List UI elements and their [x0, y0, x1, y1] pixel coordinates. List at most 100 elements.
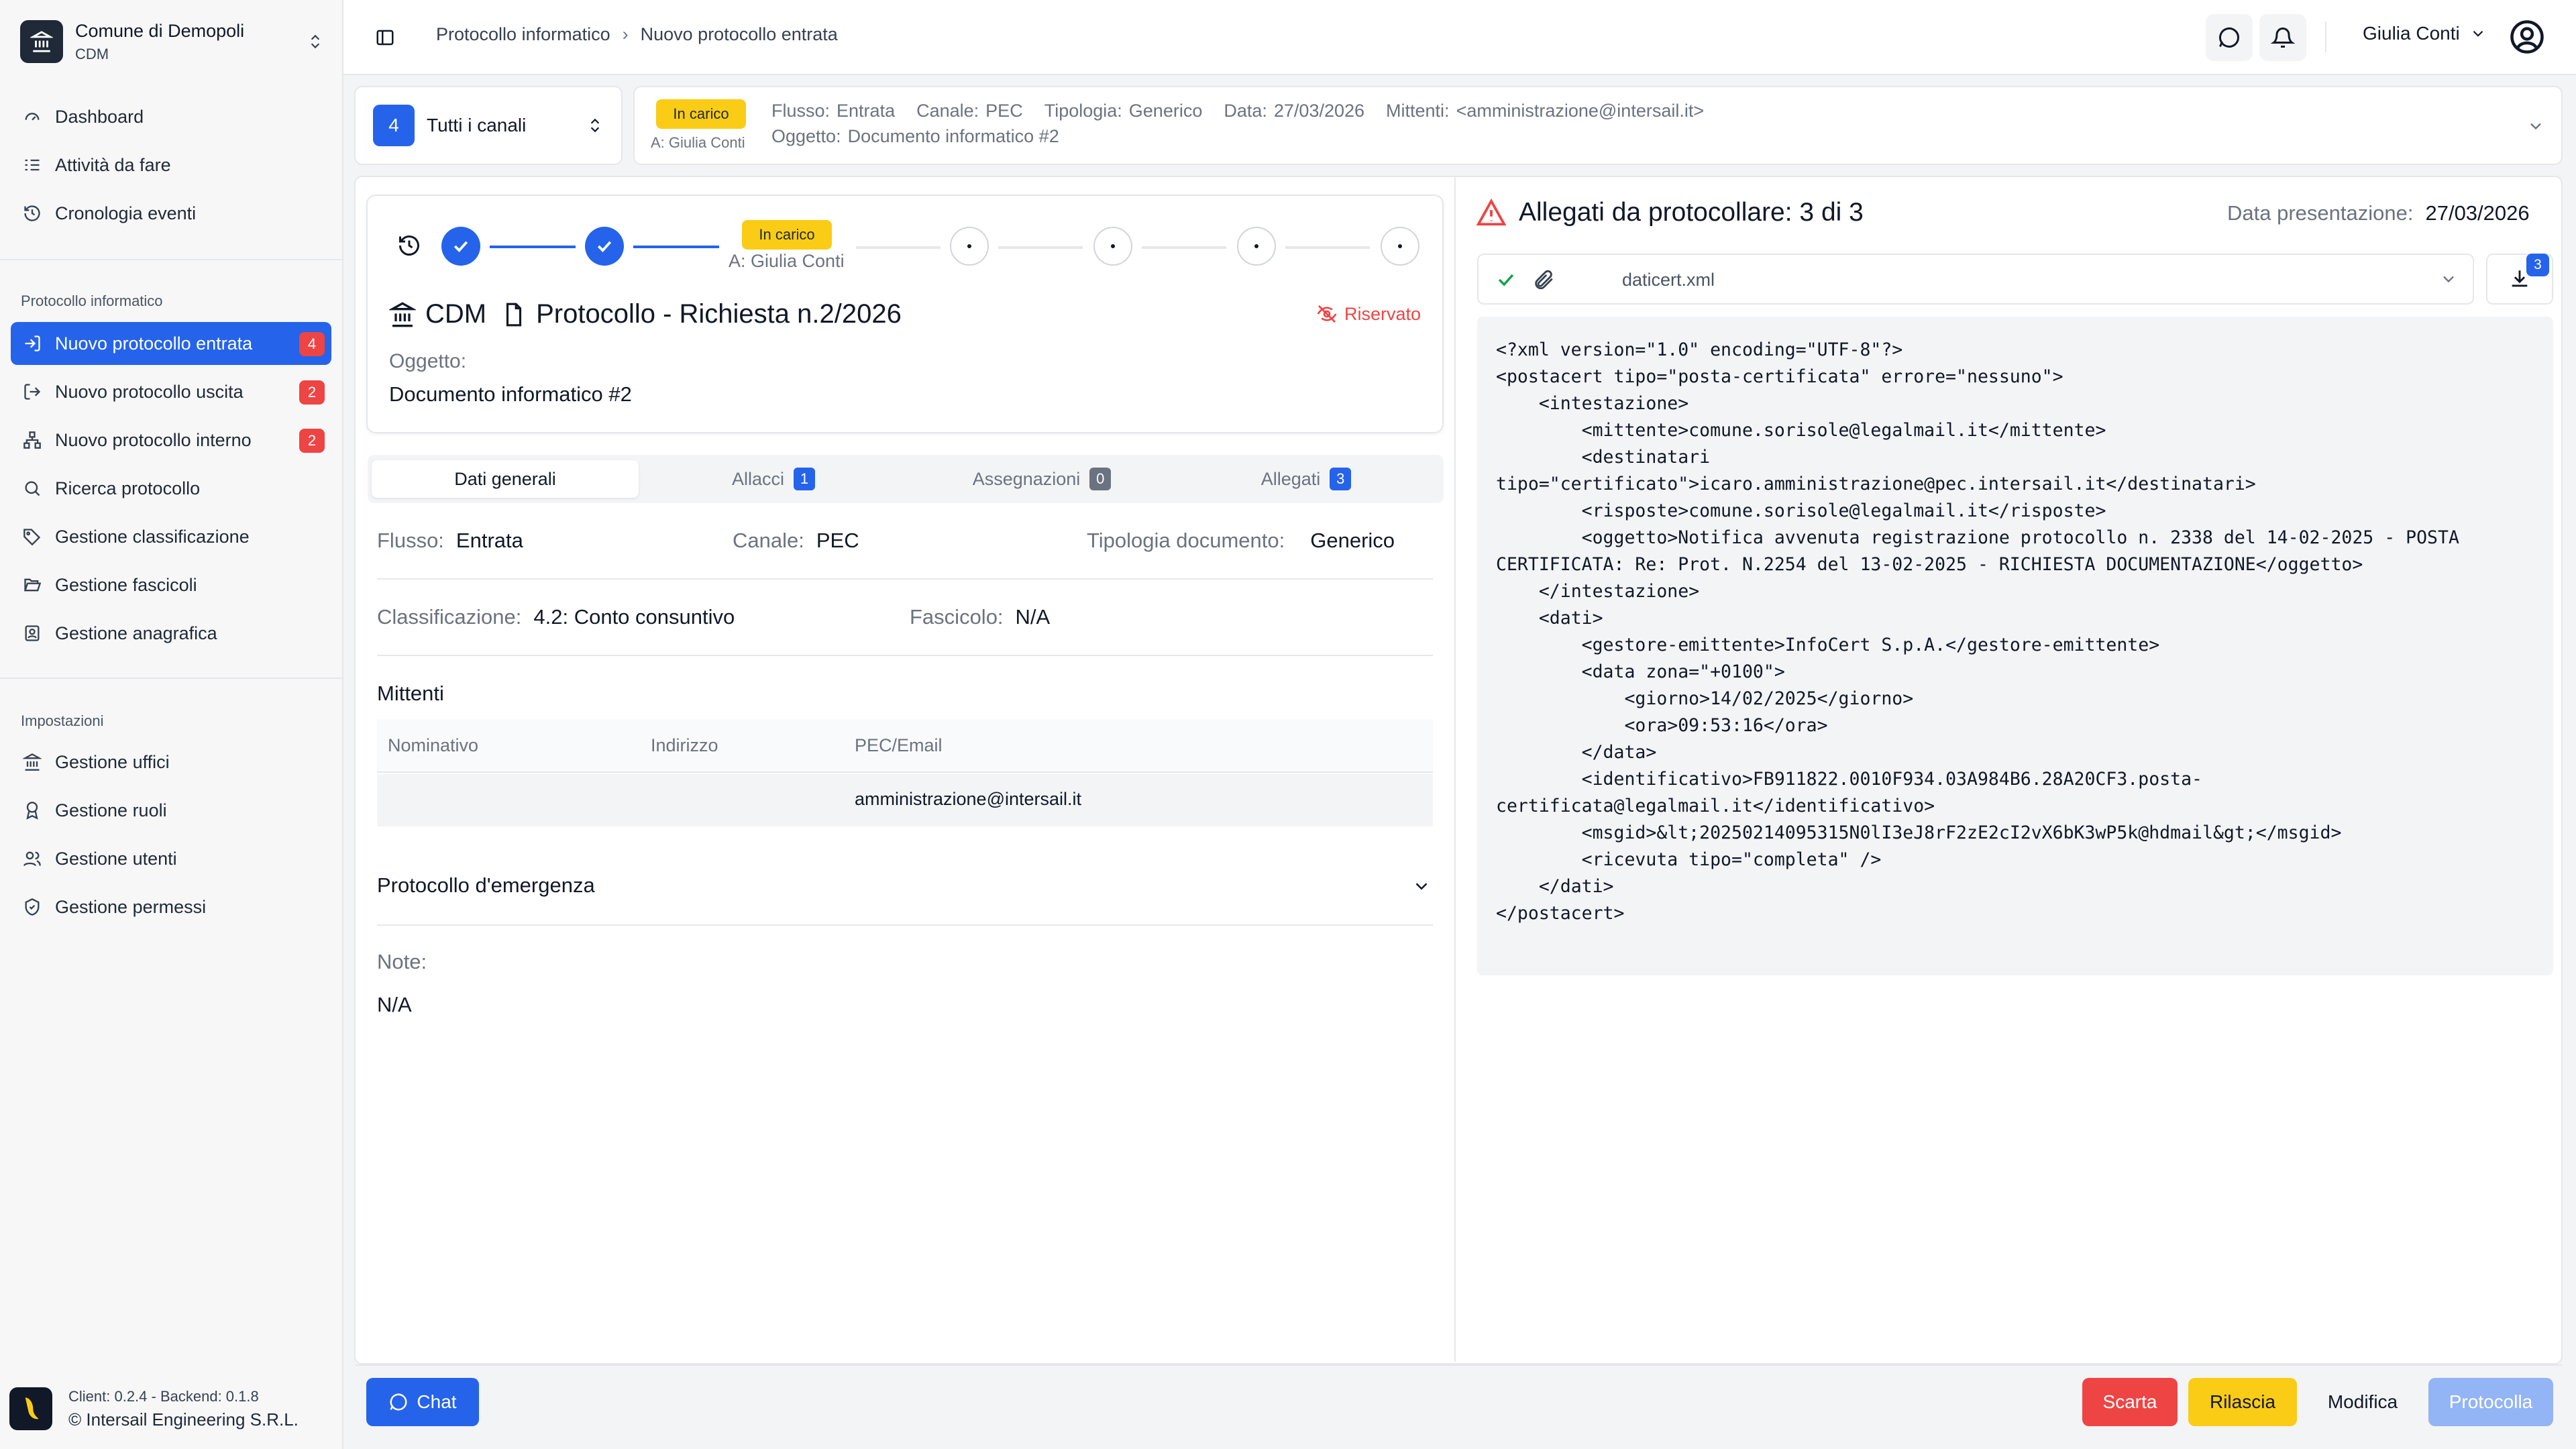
nav-label: Gestione anagrafica — [55, 623, 217, 643]
chevron-down-icon[interactable] — [2526, 117, 2545, 136]
nav-gestione-anagrafica[interactable]: Gestione anagrafica — [11, 612, 331, 655]
sidebar-toggle-icon[interactable] — [370, 23, 400, 52]
users-icon — [20, 847, 44, 871]
download-count: 3 — [2526, 254, 2549, 276]
paperclip-icon — [1532, 268, 1555, 291]
step-connector — [633, 246, 719, 248]
field-label: Classificazione: — [377, 605, 522, 629]
nav-gestione-classificazione[interactable]: Gestione classificazione — [11, 515, 331, 558]
tab-allegati[interactable]: Allegati 3 — [1173, 460, 1440, 498]
value-data: 27/03/2026 — [1273, 101, 1365, 121]
file-icon — [501, 301, 527, 328]
divider — [2325, 21, 2326, 52]
network-icon — [20, 428, 44, 452]
divider — [377, 655, 1433, 656]
attachments-title-text: Allegati da protocollare: 3 di 3 — [1519, 198, 1864, 227]
org-switcher[interactable]: Comune di Demopoli CDM — [20, 20, 329, 63]
modifica-button[interactable]: Modifica — [2308, 1378, 2418, 1426]
nav-cronologia[interactable]: Cronologia eventi — [11, 192, 331, 235]
tab-assegnazioni[interactable]: Assegnazioni 0 — [908, 460, 1175, 498]
summary-line-1: Flusso: Entrata Canale: PEC Tipologia: Gene… — [771, 101, 1725, 121]
chevron-down-icon — [2469, 25, 2487, 42]
chevron-down-icon[interactable] — [1411, 876, 1432, 896]
nav-label: Nuovo protocollo interno — [55, 429, 252, 450]
field-value: 4.2: Conto consuntivo — [533, 605, 735, 629]
emergency-accordion[interactable]: Protocollo d'emergenza — [377, 873, 595, 898]
field-canale: Canale: PEC — [733, 529, 859, 553]
outbox-arrow-icon — [20, 380, 44, 404]
nav-gestione-ruoli[interactable]: Gestione ruoli — [11, 789, 331, 832]
divider — [356, 1364, 2563, 1366]
attachments-title: Allegati da protocollare: 3 di 3 — [1476, 197, 1864, 228]
table-row[interactable]: amministrazione@intersail.it — [377, 774, 1433, 826]
company-logo-icon — [9, 1387, 52, 1430]
history-icon[interactable] — [397, 233, 421, 258]
step-pending — [1237, 227, 1276, 266]
protocolla-button[interactable]: Protocolla — [2428, 1378, 2553, 1426]
nav-protocollo-interno[interactable]: Nuovo protocollo interno 2 — [11, 419, 331, 462]
nav-gestione-utenti[interactable]: Gestione utenti — [11, 837, 331, 880]
nav-dashboard[interactable]: Dashboard — [11, 95, 331, 138]
selected-file-name: daticert.xml — [1622, 270, 1715, 290]
cell-pec: amministrazione@intersail.it — [855, 789, 1082, 809]
tab-label: Dati generali — [454, 468, 556, 489]
label-oggetto: Oggetto: — [771, 126, 841, 146]
protocol-summary[interactable]: In carico A: Giulia Conti Flusso: Entrata… — [633, 86, 2563, 165]
summary-line-2: Oggetto: Documento informatico #2 — [771, 126, 1081, 147]
version-info: Client: 0.2.4 - Backend: 0.1.8 — [68, 1387, 259, 1405]
tab-count: 3 — [1330, 468, 1352, 490]
nav-protocollo-uscita[interactable]: Nuovo protocollo uscita 2 — [11, 370, 331, 413]
tab-dati-generali[interactable]: Dati generali — [372, 460, 639, 498]
nav-gestione-permessi[interactable]: Gestione permessi — [11, 885, 331, 928]
field-fascicolo: Fascicolo: N/A — [910, 605, 1050, 629]
status-badge: In carico — [656, 99, 746, 129]
download-button[interactable]: 3 — [2486, 254, 2553, 305]
nav-label: Nuovo protocollo uscita — [55, 381, 244, 402]
user-avatar-icon[interactable] — [2509, 19, 2545, 55]
channel-select[interactable]: 4 Tutti i canali — [354, 86, 623, 165]
dashboard-icon — [20, 105, 44, 129]
nav-ricerca-protocollo[interactable]: Ricerca protocollo — [11, 467, 331, 510]
nav-protocollo-entrata[interactable]: Nuovo protocollo entrata 4 — [11, 322, 331, 365]
column-header: Indirizzo — [651, 735, 718, 755]
history-icon — [20, 201, 44, 225]
presentation-value: 27/03/2026 — [2425, 201, 2530, 225]
nav-label: Dashboard — [55, 106, 144, 127]
sidebar-footer: Client: 0.2.4 - Backend: 0.1.8 © Intersa… — [9, 1387, 299, 1430]
attachment-select[interactable]: daticert.xml — [1477, 254, 2474, 305]
scarta-button[interactable]: Scarta — [2082, 1378, 2178, 1426]
note-value: N/A — [377, 993, 412, 1016]
nav-gestione-uffici[interactable]: Gestione uffici — [11, 741, 331, 784]
note-label: Note: — [377, 950, 427, 973]
step-connector — [856, 246, 941, 249]
attachment-preview: <?xml version="1.0" encoding="UTF-8"?> <… — [1477, 317, 2553, 975]
panel-divider — [1454, 177, 1456, 1362]
bell-icon[interactable] — [2259, 14, 2306, 61]
rilascia-button[interactable]: Rilascia — [2188, 1378, 2297, 1426]
breadcrumb: Protocollo informatico › Nuovo protocoll… — [436, 24, 838, 45]
shield-check-icon — [20, 895, 44, 919]
value-canale: PEC — [985, 101, 1023, 121]
label-mittenti: Mittenti: — [1386, 101, 1450, 121]
tab-count: 0 — [1089, 468, 1112, 490]
chevrons-up-down-icon[interactable] — [302, 28, 329, 55]
nav-gestione-fascicoli[interactable]: Gestione fascicoli — [11, 564, 331, 606]
sidebar: Comune di Demopoli CDM Dashboard Attivit… — [0, 0, 343, 1449]
nav-label: Ricerca protocollo — [55, 478, 201, 498]
folder-open-icon — [20, 573, 44, 597]
nav-attivita[interactable]: Attività da fare — [11, 144, 331, 186]
column-header: Nominativo — [388, 735, 479, 755]
count-badge: 4 — [299, 332, 325, 356]
breadcrumb-parent[interactable]: Protocollo informatico — [436, 24, 610, 45]
tab-count: 1 — [794, 468, 816, 490]
chat-icon[interactable] — [2206, 14, 2253, 61]
user-menu[interactable]: Giulia Conti — [2363, 23, 2487, 44]
field-tipologia: Tipologia documento: Generico — [1087, 529, 1395, 553]
field-value: PEC — [816, 529, 859, 552]
nav-label: Cronologia eventi — [55, 203, 197, 223]
step-assignee: A: Giulia Conti — [729, 251, 845, 271]
step-check-icon — [585, 227, 624, 266]
chat-button[interactable]: Chat — [366, 1378, 479, 1426]
tab-allacci[interactable]: Allacci 1 — [640, 460, 907, 498]
field-value: Generico — [1310, 529, 1395, 552]
